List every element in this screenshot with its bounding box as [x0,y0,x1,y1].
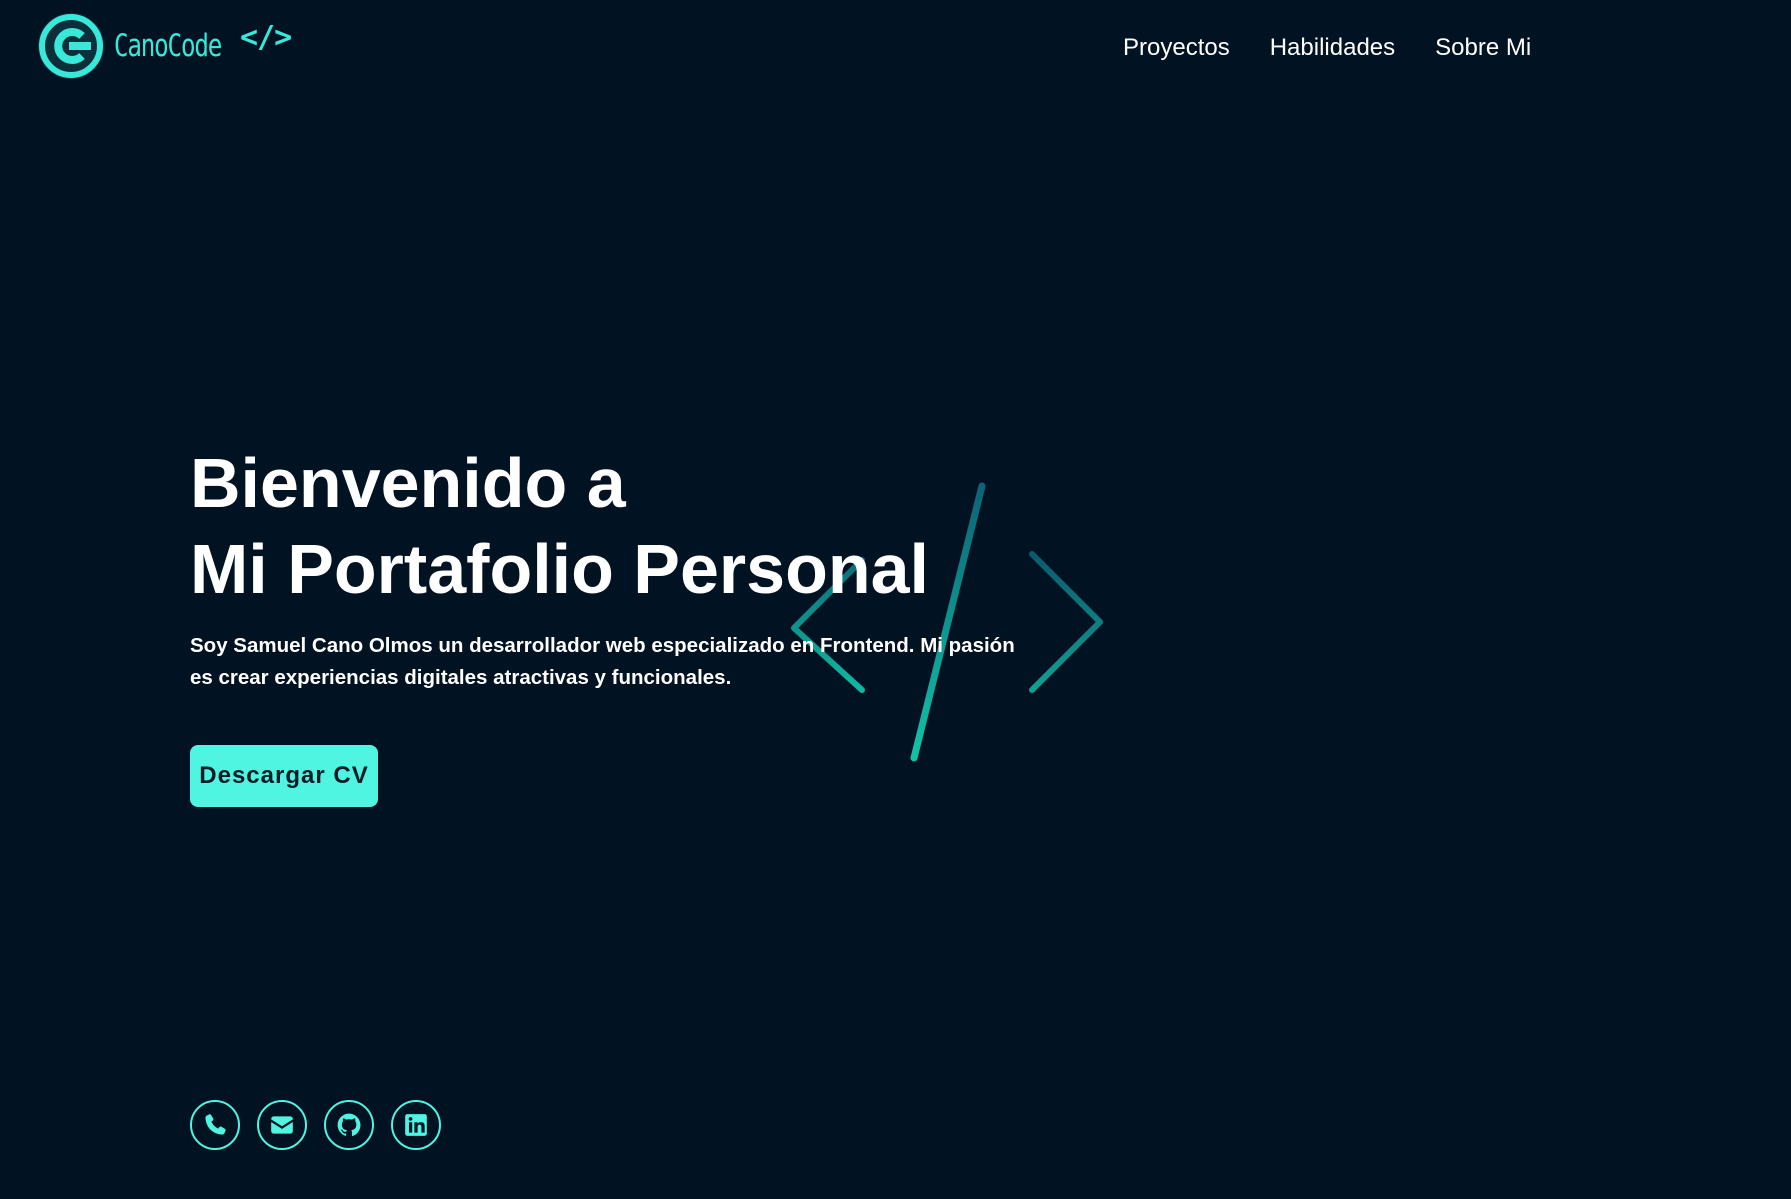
page: CanoCode </> Proyectos Habilidades Sobre… [0,0,1791,1199]
brand-name: CanoCode [114,28,222,64]
nav-item-proyectos[interactable]: Proyectos [1123,30,1230,66]
logo-link[interactable]: CanoCode [36,10,251,82]
phone-link[interactable] [190,1100,240,1150]
nav-item-habilidades[interactable]: Habilidades [1270,30,1395,66]
main-nav: Proyectos Habilidades Sobre Mi [1123,30,1531,66]
site-header: CanoCode </> Proyectos Habilidades Sobre… [0,0,1791,92]
download-cv-button[interactable]: Descargar CV [190,745,378,807]
hero-title: Bienvenido a Mi Portafolio Personal [190,440,929,612]
github-icon [337,1113,361,1136]
canocode-logo-icon [38,13,104,79]
nav-item-sobre-mi[interactable]: Sobre Mi [1435,30,1531,66]
linkedin-link[interactable] [391,1100,441,1150]
email-link[interactable] [257,1100,307,1150]
hero-title-line2: Mi Portafolio Personal [190,530,929,608]
hero-description: Soy Samuel Cano Olmos un desarrollador w… [190,634,1015,689]
envelope-icon [271,1116,293,1134]
social-links [190,1100,441,1150]
right-angle-bracket [1029,551,1103,693]
phone-icon [205,1114,226,1135]
github-link[interactable] [324,1100,374,1150]
brand-code-tag: </> [240,20,292,55]
hero-title-line1: Bienvenido a [190,444,626,522]
linkedin-icon [405,1114,427,1136]
